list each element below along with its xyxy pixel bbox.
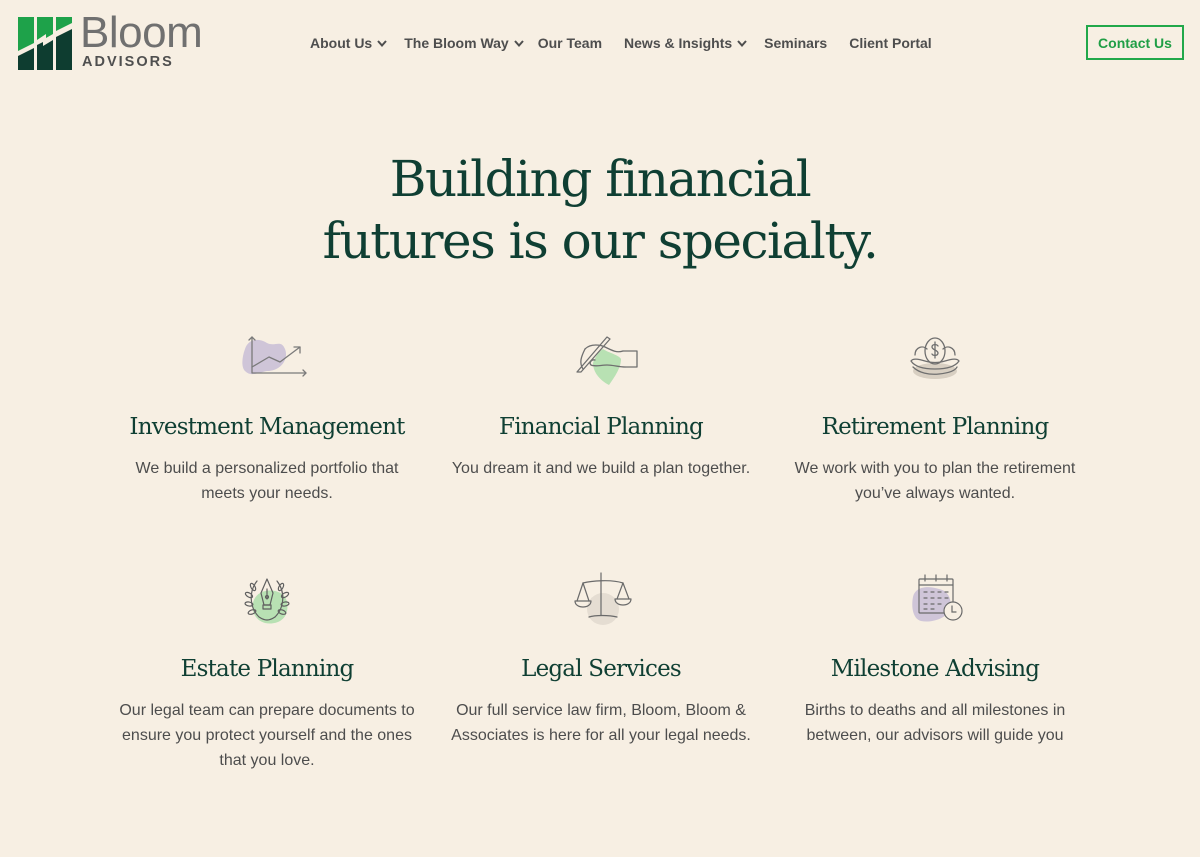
service-card-legal-services: Legal Services Our full service law firm… bbox=[434, 567, 768, 797]
service-title: Investment Management bbox=[129, 414, 405, 440]
hand-signing-icon bbox=[576, 336, 638, 385]
service-description: Births to deaths and all milestones in b… bbox=[804, 702, 1066, 744]
hero-title-line-1: Building financial bbox=[389, 150, 812, 208]
site-header: Bloom ADVISORS About Us The Bloom Way Ou… bbox=[0, 0, 1200, 90]
hero-title-line-2: futures is our specialty. bbox=[322, 212, 879, 270]
pen-laurel-icon bbox=[244, 578, 290, 624]
chevron-down-icon bbox=[737, 39, 747, 47]
nav-item-label: About Us bbox=[310, 35, 373, 51]
chevron-down-icon bbox=[513, 39, 524, 47]
logo-wordmark: Bloom bbox=[80, 8, 203, 57]
service-title: Estate Planning bbox=[180, 656, 355, 682]
service-card-investment-management: Investment Management We build a persona… bbox=[100, 325, 434, 567]
service-description: We build a personalized portfolio that m… bbox=[135, 460, 399, 502]
nav-item-about-us[interactable]: About Us bbox=[310, 35, 387, 51]
scales-icon bbox=[574, 572, 632, 625]
service-title: Retirement Planning bbox=[821, 414, 1050, 440]
contact-us-button[interactable]: Contact Us bbox=[1086, 25, 1184, 60]
service-card-financial-planning: Financial Planning You dream it and we b… bbox=[434, 325, 768, 567]
service-card-milestone-advising: Milestone Advising Births to deaths and … bbox=[768, 567, 1102, 797]
nav-item-client-portal[interactable]: Client Portal bbox=[849, 35, 931, 51]
calendar-clock-icon bbox=[912, 574, 963, 622]
nest-egg-icon bbox=[910, 337, 960, 379]
main-nav: About Us The Bloom Way Our Team News & I… bbox=[310, 33, 954, 53]
services-grid: Investment Management We build a persona… bbox=[100, 325, 1100, 797]
nav-item-seminars[interactable]: Seminars bbox=[764, 35, 827, 51]
nav-item-label: News & Insights bbox=[624, 35, 733, 51]
service-description: Our full service law firm, Bloom, Bloom … bbox=[451, 702, 751, 744]
nav-item-news-insights[interactable]: News & Insights bbox=[624, 35, 747, 51]
service-card-estate-planning: Estate Planning Our legal team can prepa… bbox=[100, 567, 434, 797]
service-description: We work with you to plan the retirement … bbox=[794, 460, 1076, 502]
nav-item-label: The Bloom Way bbox=[404, 35, 509, 51]
logo-mark-icon bbox=[18, 17, 72, 70]
service-title: Milestone Advising bbox=[830, 656, 1040, 682]
hero-title: Building financial futures is our specia… bbox=[0, 148, 1200, 272]
nav-item-label: Seminars bbox=[764, 35, 828, 51]
chevron-down-icon bbox=[377, 39, 387, 47]
logo-tagline: ADVISORS bbox=[82, 54, 174, 70]
hero-section: Building financial futures is our specia… bbox=[0, 148, 1200, 272]
service-description: Our legal team can prepare documents to … bbox=[119, 702, 415, 769]
service-card-retirement-planning: Retirement Planning We work with you to … bbox=[768, 325, 1102, 567]
nav-item-label: Our Team bbox=[537, 35, 603, 51]
service-title: Legal Services bbox=[521, 656, 682, 682]
growth-chart-icon bbox=[242, 336, 307, 377]
service-description: You dream it and we build a plan togethe… bbox=[451, 460, 751, 477]
service-title: Financial Planning bbox=[499, 414, 704, 440]
nav-item-the-bloom-way[interactable]: The Bloom Way bbox=[404, 35, 524, 51]
nav-item-label: Client Portal bbox=[849, 35, 932, 51]
nav-item-our-team[interactable]: Our Team bbox=[538, 35, 602, 51]
logo-link[interactable]: Bloom ADVISORS bbox=[18, 11, 218, 72]
